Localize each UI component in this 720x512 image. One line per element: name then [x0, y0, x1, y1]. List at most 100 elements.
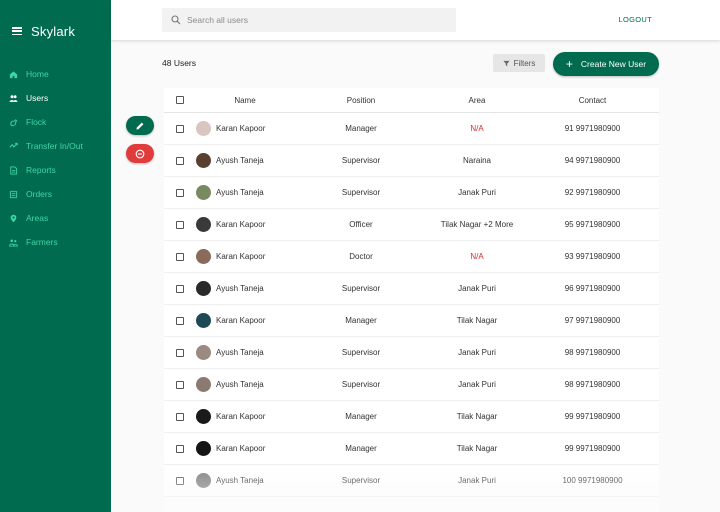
sidebar-item-transfer-in-out[interactable]: Transfer In/Out	[0, 134, 111, 158]
user-name: Karan Kapoor	[216, 252, 266, 261]
user-contact: 96 9971980900	[564, 284, 621, 293]
user-area: Tilak Nagar	[456, 444, 498, 453]
user-area: Tilak Nagar	[456, 412, 498, 421]
table-row[interactable]: Ayush Taneja Supervisor Naraina 94 99719809…	[164, 145, 659, 177]
user-area: N/A	[470, 252, 484, 261]
row-checkbox[interactable]	[176, 316, 184, 325]
table-row[interactable]: Karan Kapoor Manager Tilak Nagar 99 9971980…	[164, 401, 659, 433]
avatar	[196, 121, 211, 136]
user-position: Officer	[349, 220, 373, 229]
sidebar-nav: Home Users Flock Transfer In/Out Reports Orde…	[0, 62, 111, 254]
sidebar-item-orders[interactable]: Orders	[0, 182, 111, 206]
pencil-icon	[136, 122, 144, 129]
column-header-contact[interactable]: Contact	[526, 96, 659, 105]
table-row[interactable]: Ayush Taneja Supervisor Janak Puri 98 99719…	[164, 337, 659, 369]
user-name: Ayush Taneja	[216, 188, 264, 197]
logout-button[interactable]: LOGOUT	[619, 15, 652, 24]
hamburger-menu-icon[interactable]	[12, 26, 22, 36]
select-all-checkbox[interactable]	[176, 96, 184, 104]
table-row[interactable]: Karan Kapoor Manager Tilak Nagar 99 9971980…	[164, 433, 659, 465]
sidebar-item-home[interactable]: Home	[0, 62, 111, 86]
reports-icon	[9, 165, 18, 175]
avatar	[196, 313, 211, 328]
table-row[interactable]: Karan Kapoor Doctor N/A 93 9971980900	[164, 241, 659, 273]
user-position: Supervisor	[341, 476, 381, 485]
user-position: Doctor	[349, 252, 373, 261]
sidebar: Skylark Home Users Flock Transfer In/Out Rep…	[0, 0, 111, 512]
user-name: Ayush Taneja	[216, 156, 264, 165]
user-contact: 93 9971980900	[564, 252, 621, 261]
avatar	[196, 473, 211, 488]
avatar	[196, 249, 211, 264]
table-header: Name Position Area Contact	[164, 88, 659, 113]
sidebar-item-label: Transfer In/Out	[26, 141, 83, 151]
top-bar: LOGOUT	[111, 0, 720, 40]
create-new-user-button[interactable]: + Create New User	[553, 52, 659, 76]
user-area: Janak Puri	[458, 188, 496, 197]
home-icon	[9, 70, 18, 79]
table-row[interactable]: Karan Kapoor Officer Tilak Nagar +2 More 95…	[164, 209, 659, 241]
user-area: Naraina	[462, 156, 491, 165]
user-position: Manager	[345, 124, 377, 133]
sidebar-item-flock[interactable]: Flock	[0, 110, 111, 134]
row-checkbox[interactable]	[176, 380, 184, 389]
sidebar-item-reports[interactable]: Reports	[0, 158, 111, 182]
row-checkbox[interactable]	[176, 252, 184, 261]
sidebar-item-farmers[interactable]: Farmers	[0, 230, 111, 254]
column-header-name[interactable]: Name	[196, 96, 294, 105]
user-name: Karan Kapoor	[216, 412, 266, 421]
sidebar-item-users[interactable]: Users	[0, 86, 111, 110]
row-checkbox[interactable]	[176, 188, 184, 197]
sidebar-item-label: Farmers	[26, 237, 58, 247]
user-contact: 94 9971980900	[564, 156, 621, 165]
remove-button[interactable]	[126, 144, 154, 163]
search-icon	[171, 15, 181, 25]
user-name: Karan Kapoor	[216, 444, 266, 453]
column-header-position[interactable]: Position	[294, 96, 428, 105]
search-box[interactable]	[162, 8, 456, 32]
row-checkbox[interactable]	[176, 444, 184, 453]
row-checkbox[interactable]	[176, 348, 184, 357]
sidebar-item-areas[interactable]: Areas	[0, 206, 111, 230]
row-checkbox[interactable]	[176, 220, 184, 229]
table-row[interactable]: Karan Kapoor Manager Tilak Nagar 97 9971980…	[164, 305, 659, 337]
table-row[interactable]: Karan Kapoor Manager N/A 91 9971980900	[164, 113, 659, 145]
user-name: Ayush Taneja	[216, 284, 264, 293]
row-checkbox[interactable]	[176, 412, 184, 421]
location-pin-icon	[9, 214, 18, 223]
user-area: Janak Puri	[458, 380, 496, 389]
row-checkbox[interactable]	[176, 284, 184, 293]
row-checkbox[interactable]	[176, 124, 184, 133]
sidebar-header: Skylark	[0, 0, 111, 62]
user-contact: 97 9971980900	[564, 316, 621, 325]
user-name: Ayush Taneja	[216, 476, 264, 485]
user-position: Supervisor	[341, 380, 381, 389]
user-count: 48 Users	[162, 58, 197, 68]
sidebar-item-label: Reports	[26, 165, 56, 175]
row-checkbox[interactable]	[176, 476, 184, 485]
user-area: Janak Puri	[458, 284, 496, 293]
users-icon	[9, 94, 18, 103]
filters-button[interactable]: Filters	[493, 54, 545, 72]
plus-icon: +	[565, 57, 573, 71]
avatar	[196, 345, 211, 360]
filters-label: Filters	[513, 58, 536, 68]
table-row[interactable]: Ayush Taneja Supervisor Janak Puri 92 99719…	[164, 177, 659, 209]
flock-icon	[9, 118, 18, 127]
edit-button[interactable]	[126, 116, 154, 135]
sidebar-item-label: Orders	[26, 189, 52, 199]
search-input[interactable]	[187, 15, 437, 25]
user-contact: 99 9971980900	[564, 444, 621, 453]
avatar	[196, 217, 211, 232]
user-position: Supervisor	[341, 348, 381, 357]
user-name: Ayush Taneja	[216, 348, 264, 357]
table-row[interactable]: Ayush Taneja Supervisor Janak Puri 96 99719…	[164, 273, 659, 305]
app-title: Skylark	[31, 23, 76, 39]
table-row[interactable]: Ayush Taneja Supervisor Janak Puri 98 99719…	[164, 369, 659, 401]
table-row[interactable]: Ayush Taneja Supervisor Janak Puri 100 9971…	[164, 465, 659, 497]
user-position: Supervisor	[341, 284, 381, 293]
row-checkbox[interactable]	[176, 156, 184, 165]
avatar	[196, 153, 211, 168]
avatar	[196, 441, 211, 456]
column-header-area[interactable]: Area	[428, 96, 526, 105]
